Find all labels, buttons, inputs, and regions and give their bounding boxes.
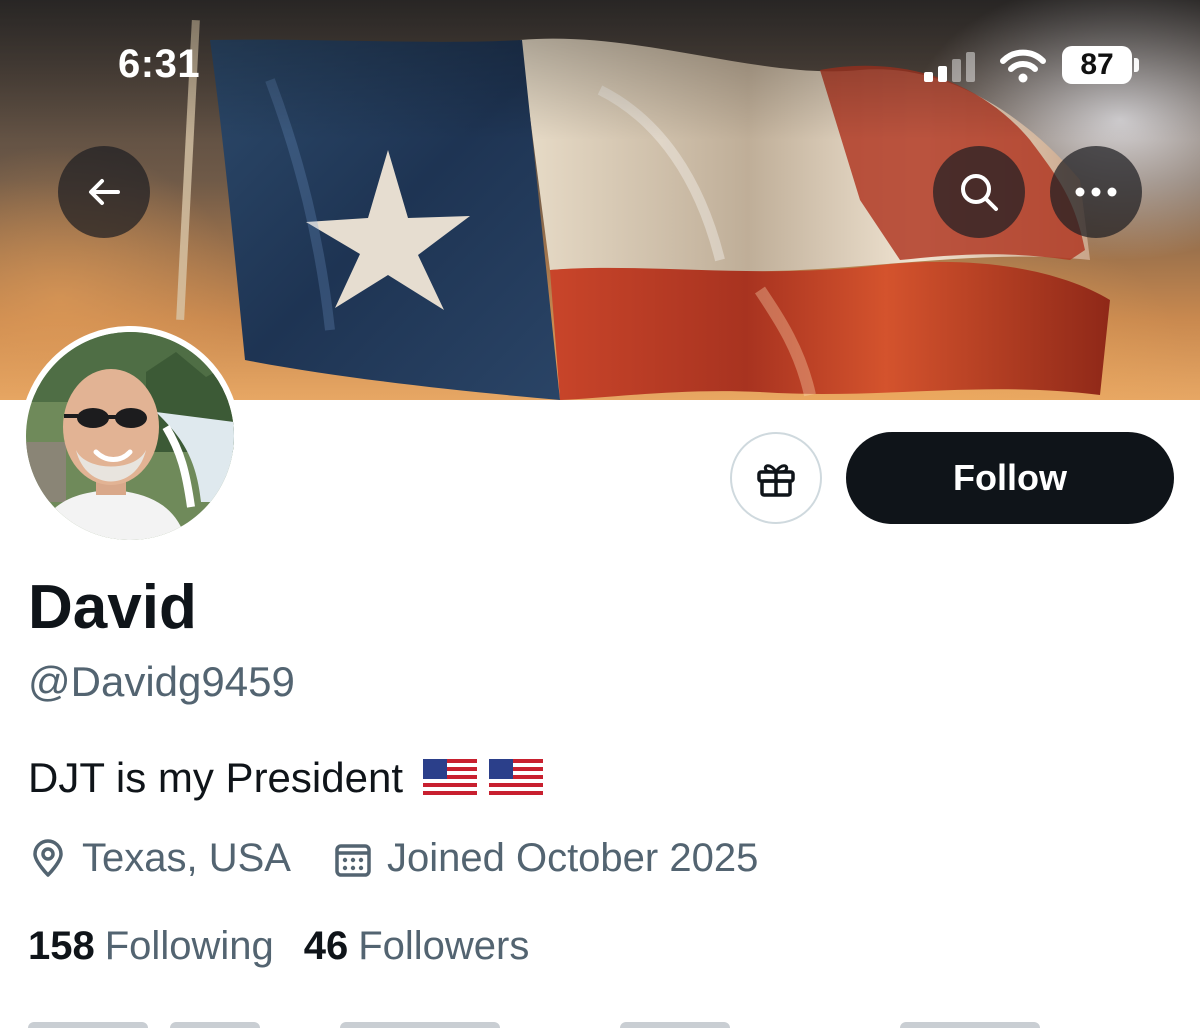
follow-counts: 158 Following 46 Followers [28, 924, 559, 969]
cut-off-text-fragment [28, 1022, 148, 1028]
wifi-icon [1000, 49, 1046, 83]
location-pin-icon [33, 838, 63, 877]
us-flag-emoji-icon [423, 759, 477, 797]
cellular-signal-icon [924, 52, 975, 82]
avatar-photo [26, 332, 234, 540]
followers-count: 46 [303, 924, 349, 968]
following-label: Following [104, 924, 274, 968]
cut-off-text-fragment [170, 1022, 260, 1028]
search-button[interactable] [933, 146, 1025, 238]
back-button[interactable] [58, 146, 150, 238]
cut-off-text-fragment [620, 1022, 730, 1028]
location: Texas, USA [28, 836, 291, 881]
profile-meta: Texas, USA Joined October 2025 [28, 836, 800, 881]
followers-link[interactable]: 46 Followers [304, 924, 530, 969]
us-flag-emoji-icon [489, 759, 543, 797]
search-icon [961, 174, 998, 211]
gift-icon [757, 464, 795, 497]
user-handle: @Davidg9459 [28, 658, 295, 705]
following-count: 158 [28, 924, 95, 968]
cut-off-content [0, 1016, 1200, 1028]
bio-text: DJT is my President [28, 754, 403, 801]
following-link[interactable]: 158 Following [28, 924, 274, 969]
profile-avatar[interactable] [20, 326, 240, 546]
cut-off-text-fragment [900, 1022, 1040, 1028]
more-horizontal-icon [1075, 187, 1117, 197]
battery-indicator: 87 [1062, 46, 1132, 84]
follow-button[interactable]: Follow [846, 432, 1174, 524]
bio: DJT is my President [28, 754, 543, 802]
battery-nub [1134, 58, 1139, 72]
join-date-text: Joined October 2025 [386, 836, 759, 880]
followers-label: Followers [358, 924, 530, 968]
arrow-left-icon [89, 179, 120, 205]
more-options-button[interactable] [1050, 146, 1142, 238]
location-text: Texas, USA [82, 836, 291, 880]
gift-button[interactable] [730, 432, 822, 524]
join-date: Joined October 2025 [333, 836, 758, 881]
bio-flags [423, 759, 543, 797]
calendar-icon [335, 843, 371, 877]
cut-off-text-fragment [340, 1022, 500, 1028]
display-name: David [28, 573, 197, 642]
status-time: 6:31 [118, 42, 201, 86]
